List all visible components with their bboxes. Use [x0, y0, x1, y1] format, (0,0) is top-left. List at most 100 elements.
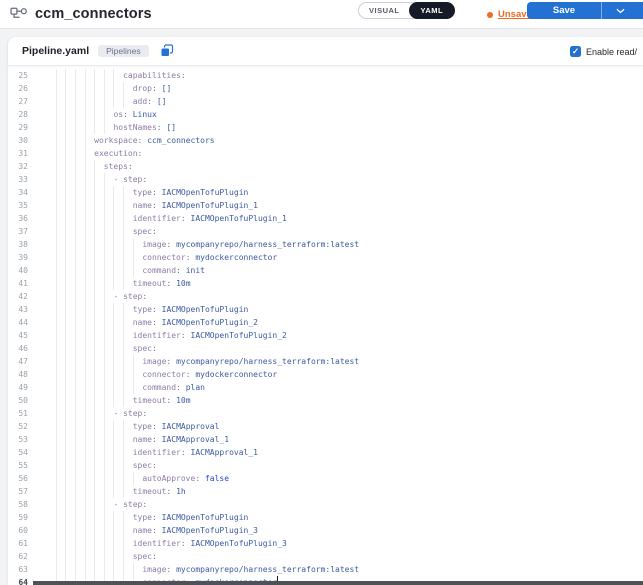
code-line[interactable]: 49 command: plan — [8, 381, 643, 394]
code-line[interactable]: 47 image: mycompanyrepo/harness_terrafor… — [8, 355, 643, 368]
indent-guide — [104, 186, 105, 199]
code-line[interactable]: 62 spec: — [8, 550, 643, 563]
code-line[interactable]: 25 capabilities: — [8, 69, 643, 82]
code-line[interactable]: 51 - step: — [8, 407, 643, 420]
indent-guide — [85, 160, 86, 173]
indent-guide — [85, 420, 86, 433]
indent-guide — [65, 563, 66, 576]
enable-read-checkbox[interactable]: ✓ — [570, 46, 581, 57]
yaml-colon: : — [181, 331, 186, 340]
code-line[interactable]: 31 execution: — [8, 147, 643, 160]
yaml-colon: : — [152, 227, 157, 236]
indent-guide — [104, 225, 105, 238]
code-line[interactable]: 61 identifier: IACMOpenTofuPlugin_3 — [8, 537, 643, 550]
code-line[interactable]: 29 hostNames: [] — [8, 121, 643, 134]
code-line[interactable]: 30 workspace: ccm_connectors — [8, 134, 643, 147]
yaml-value: mycompanyrepo/harness_terraform:latest — [176, 565, 359, 574]
code-line[interactable]: 27 add: [] — [8, 95, 643, 108]
code-line[interactable]: 26 drop: [] — [8, 82, 643, 95]
yaml-key: type — [133, 422, 152, 431]
yaml-editor[interactable]: 25 capabilities:26 drop: []27 add: []28 … — [8, 66, 643, 585]
indent-guide — [85, 264, 86, 277]
code-line[interactable]: 33 - step: — [8, 173, 643, 186]
code-line[interactable]: 42 - step: — [8, 290, 643, 303]
code-line[interactable]: 48 connector: mydockerconnector — [8, 368, 643, 381]
enable-read-label: Enable read/ — [586, 47, 637, 57]
code-line[interactable]: 37 spec: — [8, 225, 643, 238]
indent-guide — [75, 563, 76, 576]
code-line[interactable]: 45 identifier: IACMOpenTofuPlugin_2 — [8, 329, 643, 342]
line-number: 49 — [8, 381, 28, 394]
code-line[interactable]: 28 os: Linux — [8, 108, 643, 121]
indent-guide — [65, 199, 66, 212]
indent-guide — [75, 225, 76, 238]
copy-button[interactable] — [160, 44, 174, 58]
code-line[interactable]: 39 connector: mydockerconnector — [8, 251, 643, 264]
indent-guide — [56, 355, 57, 368]
entity-type-badge: Pipelines — [98, 45, 149, 58]
code-line[interactable]: 53 name: IACMApproval_1 — [8, 433, 643, 446]
chevron-down-icon — [616, 8, 625, 14]
line-number: 54 — [8, 446, 28, 459]
enable-read-toggle: ✓ Enable read/ — [570, 46, 637, 57]
indent-guide — [65, 251, 66, 264]
indent-guide — [56, 394, 57, 407]
indent-guide — [85, 485, 86, 498]
code-line[interactable]: 63 image: mycompanyrepo/harness_terrafor… — [8, 563, 643, 576]
line-number: 43 — [8, 303, 28, 316]
code-line[interactable]: 52 type: IACMApproval — [8, 420, 643, 433]
code-line[interactable]: 38 image: mycompanyrepo/harness_terrafor… — [8, 238, 643, 251]
code-line[interactable]: 32 steps: — [8, 160, 643, 173]
code-line[interactable]: 44 name: IACMOpenTofuPlugin_2 — [8, 316, 643, 329]
indent-guide — [75, 108, 76, 121]
toggle-visual[interactable]: VISUAL — [359, 3, 410, 18]
indent-guide — [75, 303, 76, 316]
page-title: ccm_connectors — [35, 6, 152, 22]
indent-guide — [104, 537, 105, 550]
code-line[interactable]: 59 type: IACMOpenTofuPlugin — [8, 511, 643, 524]
yaml-value: IACMApproval_1 — [191, 448, 258, 457]
toggle-yaml[interactable]: YAML — [409, 2, 456, 19]
yaml-colon: : — [123, 110, 128, 119]
indent-guide — [56, 290, 57, 303]
indent-guide — [75, 420, 76, 433]
yaml-colon: : — [142, 292, 147, 301]
code-line[interactable]: 60 name: IACMOpenTofuPlugin_3 — [8, 524, 643, 537]
code-line[interactable]: 54 identifier: IACMApproval_1 — [8, 446, 643, 459]
code-line[interactable]: 41 timeout: 10m — [8, 277, 643, 290]
indent-guide — [113, 472, 114, 485]
code-text: command: init — [46, 264, 205, 277]
code-line[interactable]: 46 spec: — [8, 342, 643, 355]
yaml-key: connector — [142, 370, 185, 379]
horizontal-scrollbar[interactable] — [33, 581, 643, 585]
indent-guide — [94, 160, 95, 173]
unsaved-dot-icon — [487, 12, 493, 18]
indent-guide — [85, 355, 86, 368]
code-line[interactable]: 55 spec: — [8, 459, 643, 472]
code-line[interactable]: 43 type: IACMOpenTofuPlugin — [8, 303, 643, 316]
code-text: image: mycompanyrepo/harness_terraform:l… — [46, 355, 359, 368]
code-line[interactable]: 58 - step: — [8, 498, 643, 511]
code-text: os: Linux — [46, 108, 157, 121]
yaml-key: name — [133, 435, 152, 444]
yaml-key: drop — [133, 84, 152, 93]
indent-guide — [94, 498, 95, 511]
indent-guide — [75, 407, 76, 420]
code-line[interactable]: 35 name: IACMOpenTofuPlugin_1 — [8, 199, 643, 212]
indent-guide — [113, 225, 114, 238]
code-line[interactable]: 57 timeout: 1h — [8, 485, 643, 498]
indent-guide — [75, 69, 76, 82]
code-line[interactable]: 50 timeout: 10m — [8, 394, 643, 407]
code-line[interactable]: 34 type: IACMOpenTofuPlugin — [8, 186, 643, 199]
save-button[interactable]: Save — [527, 5, 601, 16]
indent-guide — [56, 550, 57, 563]
save-split-button[interactable]: Save — [527, 2, 643, 19]
save-options-button[interactable] — [602, 8, 638, 14]
code-line[interactable]: 36 identifier: IACMOpenTofuPlugin_1 — [8, 212, 643, 225]
code-line[interactable]: 40 command: init — [8, 264, 643, 277]
indent-guide — [75, 95, 76, 108]
code-line[interactable]: 56 autoApprove: false — [8, 472, 643, 485]
indent-guide — [85, 368, 86, 381]
indent-guide — [85, 342, 86, 355]
indent-guide — [123, 329, 124, 342]
